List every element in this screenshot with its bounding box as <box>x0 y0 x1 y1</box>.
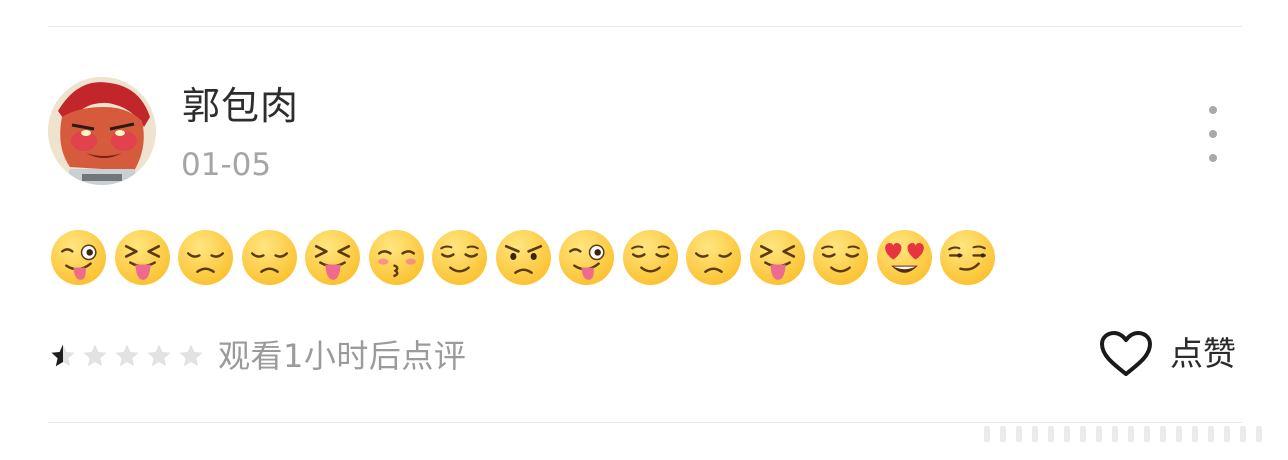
star-icon[interactable] <box>50 343 76 369</box>
squinting-tongue-face-emoji <box>749 230 805 285</box>
rating-row: 观看1小时后点评 <box>50 336 466 376</box>
star-icon[interactable] <box>178 343 204 369</box>
smirking-face-emoji <box>940 230 995 285</box>
rating-hint: 观看1小时后点评 <box>218 337 467 375</box>
more-options-button[interactable] <box>1196 106 1230 162</box>
star-icon[interactable] <box>146 343 172 369</box>
username[interactable]: 郭包肉 <box>182 82 299 130</box>
relieved-face-emoji <box>813 230 868 285</box>
squinting-tongue-face-emoji <box>114 230 170 285</box>
like-label: 点赞 <box>1170 334 1236 373</box>
watermark <box>984 424 1274 444</box>
more-vertical-icon-dot <box>1209 130 1217 138</box>
disappointed-face-emoji <box>686 230 741 285</box>
disappointed-face-emoji <box>241 230 297 285</box>
star-icon[interactable] <box>82 343 108 369</box>
relieved-face-emoji <box>432 230 487 285</box>
heart-outline-icon <box>1100 331 1152 376</box>
disappointed-face-emoji <box>178 230 233 285</box>
more-vertical-icon <box>1209 106 1217 114</box>
relieved-face-emoji <box>622 230 678 285</box>
winking-tongue-face-emoji <box>51 230 106 285</box>
bottom-divider <box>48 422 1242 423</box>
heart-eyes-face-emoji <box>876 230 932 285</box>
post-date: 01-05 <box>181 147 272 183</box>
more-vertical-icon-dot <box>1209 154 1217 162</box>
kissing-closed-eyes-face-emoji <box>368 230 424 285</box>
squinting-tongue-face-emoji <box>305 230 360 285</box>
winking-tongue-face-emoji <box>559 230 614 285</box>
avatar-image <box>48 77 156 185</box>
avatar[interactable] <box>48 77 156 185</box>
angry-face-emoji <box>495 230 551 285</box>
top-divider <box>48 26 1242 27</box>
comment-emoji-text <box>50 229 996 287</box>
like-button[interactable]: 点赞 <box>1098 330 1236 378</box>
star-icon[interactable] <box>114 343 140 369</box>
rating-stars[interactable] <box>50 343 204 369</box>
